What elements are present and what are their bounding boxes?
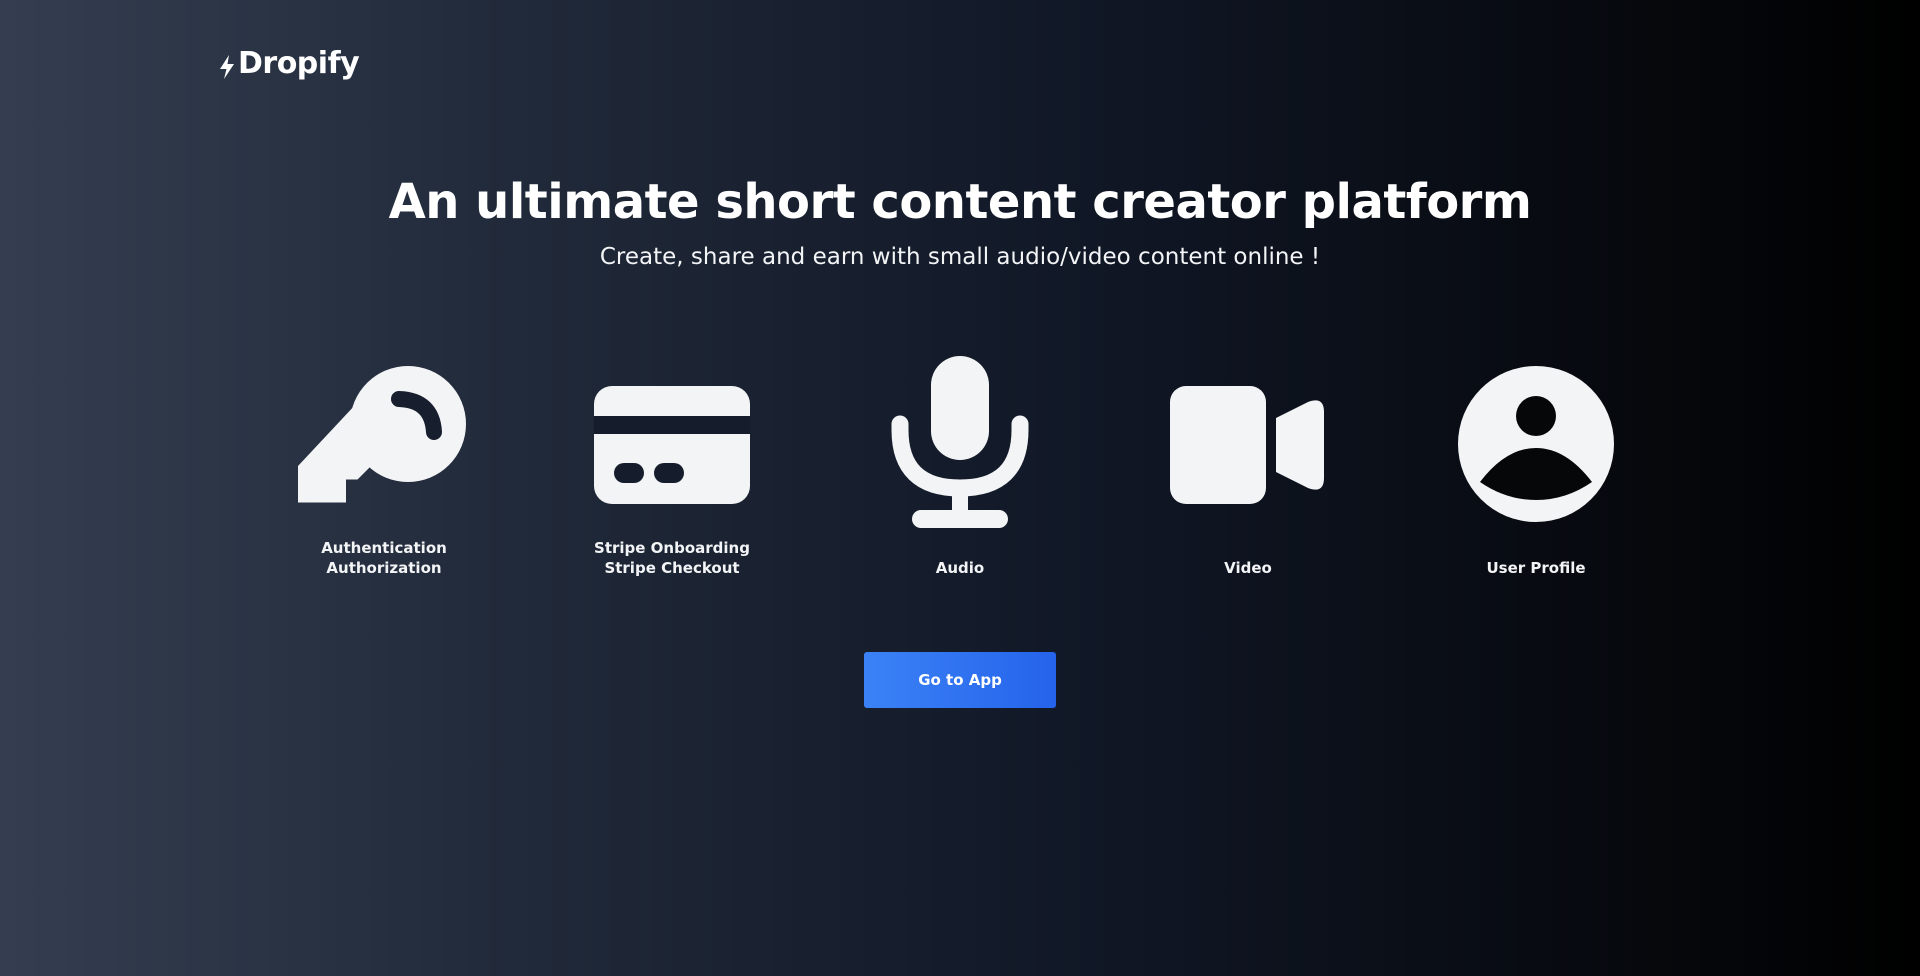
- hero-section: An ultimate short content creator platfo…: [0, 172, 1920, 272]
- feature-video: Video: [1118, 352, 1378, 592]
- feature-label-line: [1406, 538, 1666, 558]
- brand-name: Dropify: [238, 46, 360, 81]
- feature-label: Video: [1118, 538, 1378, 578]
- feature-label: Authentication Authorization: [254, 538, 514, 578]
- lightning-bolt-icon: [220, 54, 234, 79]
- video-camera-icon: [1170, 386, 1324, 504]
- credit-card-icon: [594, 386, 750, 504]
- user-circle-icon: [1458, 366, 1614, 522]
- key-icon: [298, 366, 466, 503]
- features-row: Authentication Authorization Stripe Onbo…: [0, 352, 1920, 592]
- feature-label-line: User Profile: [1486, 559, 1586, 577]
- feature-label-line: Stripe Onboarding: [594, 539, 750, 557]
- feature-label-line: Authentication: [321, 539, 447, 557]
- feature-label: Stripe Onboarding Stripe Checkout: [542, 538, 802, 578]
- feature-label: User Profile: [1406, 538, 1666, 578]
- brand-logo[interactable]: Dropify: [218, 46, 360, 81]
- hero-title: An ultimate short content creator platfo…: [388, 174, 1532, 230]
- feature-label: Audio: [830, 538, 1090, 578]
- feature-payments: Stripe Onboarding Stripe Checkout: [542, 352, 802, 592]
- feature-label-line: Audio: [935, 559, 985, 577]
- feature-label-line: Authorization: [326, 559, 442, 577]
- feature-audio: Audio: [830, 352, 1090, 592]
- go-to-app-button[interactable]: Go to App: [864, 652, 1056, 708]
- feature-label-line: Video: [1224, 559, 1272, 577]
- feature-authentication: Authentication Authorization: [254, 352, 514, 592]
- feature-label-line: [1118, 538, 1378, 558]
- feature-label-line: Stripe Checkout: [604, 559, 740, 577]
- feature-label-line: [830, 538, 1090, 558]
- microphone-icon: [891, 356, 1029, 528]
- hero-subtitle: Create, share and earn with small audio/…: [599, 244, 1321, 270]
- feature-user-profile: User Profile: [1406, 352, 1666, 592]
